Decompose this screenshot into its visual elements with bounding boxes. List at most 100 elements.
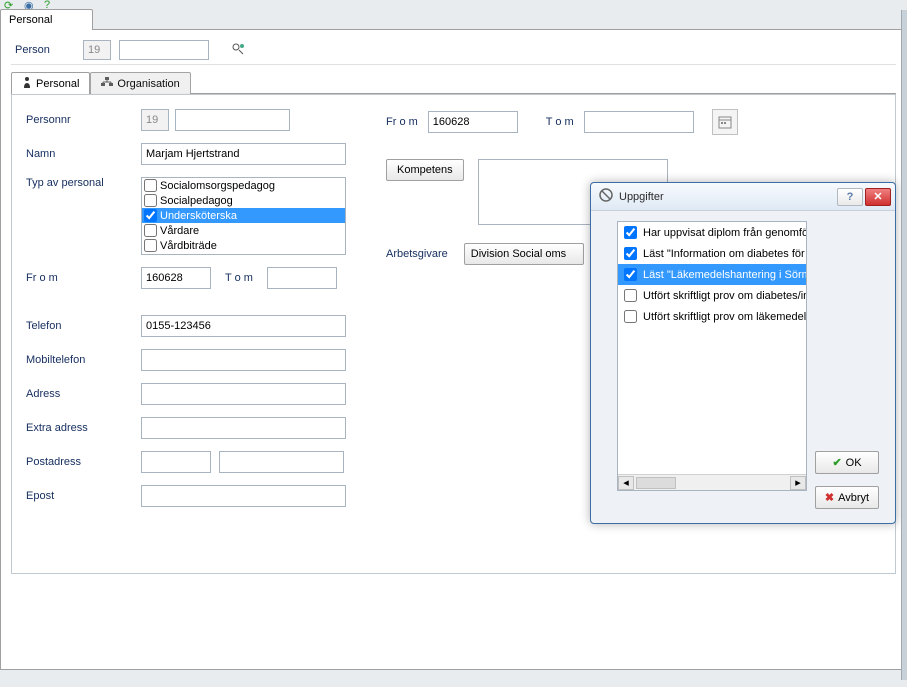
dialog-item-checkbox[interactable]: [624, 226, 637, 239]
personnr-prefix: [141, 109, 169, 131]
dialog-item-label: Utfört skriftligt prov om läkemedelsha: [643, 311, 806, 323]
typ-option[interactable]: Vårdbiträde: [142, 238, 345, 253]
dialog-cancel-button[interactable]: ✖ Avbryt: [815, 486, 879, 509]
typ-option-label: Vårdare: [160, 225, 199, 237]
from-label-right: Fr o m: [386, 116, 418, 128]
dialog-item-checkbox[interactable]: [624, 310, 637, 323]
tom-input-left[interactable]: [267, 267, 337, 289]
typ-option[interactable]: Undersköterska: [142, 208, 345, 223]
dialog-ok-label: OK: [846, 457, 862, 469]
dialog-item-label: Utfört skriftligt prov om diabetes/insu: [643, 290, 806, 302]
check-icon: ✔: [832, 456, 841, 469]
main-tab-strip: Personal: [0, 8, 907, 30]
row-epost: Epost: [26, 485, 366, 507]
dialog-body: Har uppvisat diplom från genomförd Läst "…: [591, 211, 895, 523]
scroll-left-icon[interactable]: ◂: [618, 476, 634, 490]
tom-label-right: T o m: [546, 116, 574, 128]
typ-option-checkbox[interactable]: [144, 239, 157, 252]
arbetsgivare-button[interactable]: Division Social oms: [464, 243, 584, 265]
post-input-2[interactable]: [219, 451, 344, 473]
uppgifter-dialog: Uppgifter ? ✕ Har uppvisat diplom från g…: [590, 182, 896, 524]
dialog-list-item[interactable]: Har uppvisat diplom från genomförd: [618, 222, 806, 243]
adress-input[interactable]: [141, 383, 346, 405]
typ-option-checkbox[interactable]: [144, 194, 157, 207]
personnr-input[interactable]: [175, 109, 290, 131]
extra-input[interactable]: [141, 417, 346, 439]
dialog-listbox[interactable]: Har uppvisat diplom från genomförd Läst "…: [617, 221, 807, 491]
person-input[interactable]: [119, 40, 209, 60]
scroll-right-icon[interactable]: ▸: [790, 476, 806, 490]
dialog-item-label: Har uppvisat diplom från genomförd: [643, 227, 806, 239]
row-extra: Extra adress: [26, 417, 366, 439]
sub-tab-strip: Personal Organisation: [11, 71, 896, 94]
scroll-thumb[interactable]: [636, 477, 676, 489]
from-input-left[interactable]: [141, 267, 211, 289]
dialog-item-checkbox[interactable]: [624, 268, 637, 281]
tom-input-right[interactable]: [584, 111, 694, 133]
date-picker-button[interactable]: [712, 109, 738, 135]
dialog-item-label: Läst "Information om diabetes för vå: [643, 248, 806, 260]
extra-label: Extra adress: [26, 422, 141, 434]
sub-tab-personal[interactable]: Personal: [11, 72, 90, 94]
typ-option[interactable]: Socialpedagog: [142, 193, 345, 208]
personnr-label: Personnr: [26, 114, 141, 126]
dialog-item-checkbox[interactable]: [624, 289, 637, 302]
tab-personal[interactable]: Personal: [0, 9, 93, 30]
help-icon[interactable]: ?: [44, 0, 54, 9]
namn-label: Namn: [26, 148, 141, 160]
dialog-list-item[interactable]: Läst "Läkemedelshantering i Sörmla: [618, 264, 806, 285]
tom-label-left: T o m: [225, 272, 267, 284]
dialog-list-item[interactable]: Utfört skriftligt prov om diabetes/insu: [618, 285, 806, 306]
post-input-1[interactable]: [141, 451, 211, 473]
refresh-icon[interactable]: ⟳: [4, 0, 14, 9]
arbetsgivare-label: Arbetsgivare: [386, 248, 448, 260]
row-personnr: Personnr: [26, 109, 366, 131]
dialog-list-item[interactable]: Läst "Information om diabetes för vå: [618, 243, 806, 264]
personal-tab-icon: [22, 76, 32, 91]
sub-tab-organisation[interactable]: Organisation: [90, 72, 190, 94]
row-adress: Adress: [26, 383, 366, 405]
typ-option-checkbox[interactable]: [144, 209, 157, 222]
mobil-input[interactable]: [141, 349, 346, 371]
dialog-list-hscrollbar[interactable]: ◂ ▸: [618, 474, 806, 490]
typ-option-checkbox[interactable]: [144, 179, 157, 192]
typ-option[interactable]: Vårdare: [142, 223, 345, 238]
namn-input[interactable]: [141, 143, 346, 165]
typ-option-label: Undersköterska: [160, 210, 237, 222]
row-post: Postadress: [26, 451, 366, 473]
dialog-help-button[interactable]: ?: [837, 188, 863, 206]
person-label: Person: [15, 44, 75, 56]
person-lookup-icon[interactable]: [231, 42, 245, 59]
app-toolbar: ⟳ ◉ ?: [0, 0, 907, 8]
typ-option-checkbox[interactable]: [144, 224, 157, 237]
typ-option[interactable]: Socialomsorgspedagog: [142, 178, 345, 193]
row-namn: Namn: [26, 143, 366, 165]
dialog-icon: [599, 188, 613, 205]
dialog-close-button[interactable]: ✕: [865, 188, 891, 206]
from-input-right[interactable]: [428, 111, 518, 133]
typ-option-label: Socialpedagog: [160, 195, 233, 207]
dialog-item-label: Läst "Läkemedelshantering i Sörmla: [643, 269, 806, 281]
dialog-title-text: Uppgifter: [619, 191, 835, 203]
typ-option-label: Vårdbiträde: [160, 240, 217, 252]
telefon-label: Telefon: [26, 320, 141, 332]
epost-input[interactable]: [141, 485, 346, 507]
row-from-left: Fr o m T o m: [26, 267, 366, 289]
globe-icon[interactable]: ◉: [24, 0, 34, 9]
dialog-list-item[interactable]: Utfört skriftligt prov om läkemedelsha: [618, 306, 806, 327]
from-label-left: Fr o m: [26, 272, 141, 284]
epost-label: Epost: [26, 490, 141, 502]
person-prefix: [83, 40, 111, 60]
dialog-ok-button[interactable]: ✔ OK: [815, 451, 879, 474]
dialog-item-checkbox[interactable]: [624, 247, 637, 260]
typ-label: Typ av personal: [26, 177, 141, 189]
dialog-titlebar[interactable]: Uppgifter ? ✕: [591, 183, 895, 211]
typ-option-label: Socialomsorgspedagog: [160, 180, 275, 192]
window-right-border: [901, 10, 907, 680]
telefon-input[interactable]: [141, 315, 346, 337]
kompetens-button[interactable]: Kompetens: [386, 159, 464, 181]
typ-listbox[interactable]: Socialomsorgspedagog Socialpedagog Undersk…: [141, 177, 346, 255]
dialog-button-column: ✔ OK ✖ Avbryt: [815, 221, 879, 513]
post-label: Postadress: [26, 456, 141, 468]
form-left-column: Personnr Namn Typ av personal Socialomso…: [26, 109, 366, 533]
